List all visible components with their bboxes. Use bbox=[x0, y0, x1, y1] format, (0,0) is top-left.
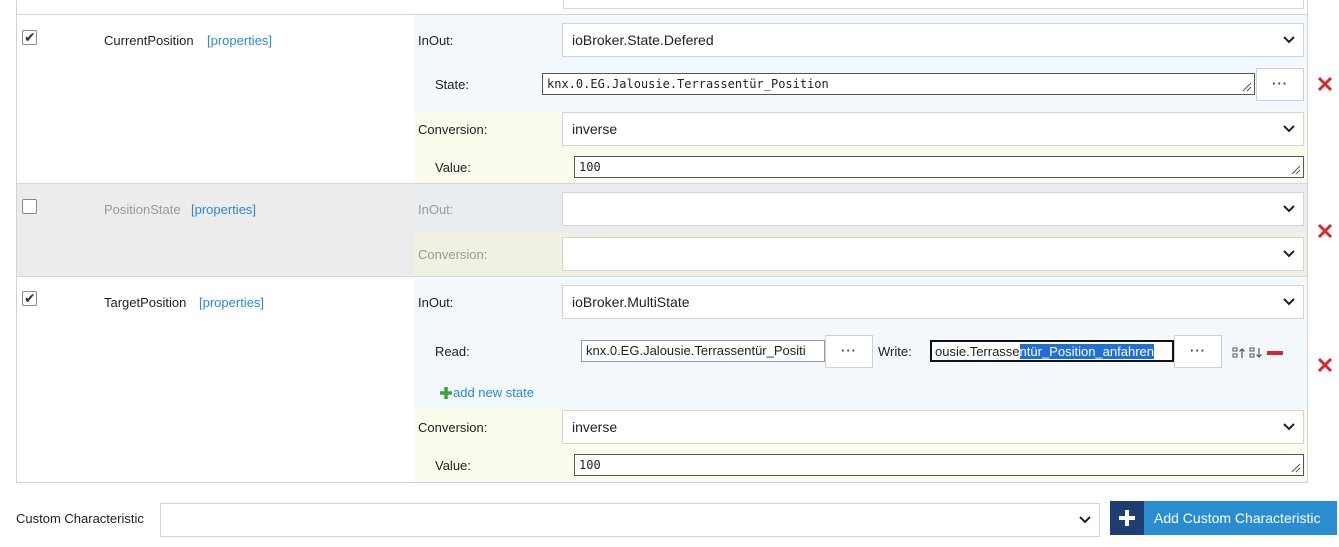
write-input[interactable]: ousie.Terrassentür_Position_anfahren bbox=[930, 340, 1174, 362]
move-down-icon[interactable] bbox=[1249, 346, 1263, 360]
state-label: State: bbox=[435, 77, 469, 92]
chevron-down-icon bbox=[1283, 250, 1295, 258]
inout-select[interactable]: ioBroker.State.Defered bbox=[562, 23, 1304, 57]
inout-select[interactable]: ioBroker.MultiState bbox=[562, 285, 1304, 319]
write-input-selection: ntür_Position_anfahren bbox=[1019, 344, 1154, 359]
characteristic-name: PositionState bbox=[104, 202, 181, 217]
inout-label: InOut: bbox=[418, 202, 454, 217]
check-icon: ✔ bbox=[24, 290, 36, 306]
characteristic-name: TargetPosition bbox=[104, 295, 187, 310]
write-input-value: ousie.Terrasse bbox=[935, 344, 1020, 359]
delete-row-icon[interactable] bbox=[1317, 223, 1333, 239]
delete-row-icon[interactable] bbox=[1317, 76, 1333, 92]
value-input[interactable]: 100 bbox=[574, 156, 1304, 178]
read-input[interactable]: knx.0.EG.Jalousie.Terrassentür_Positi bbox=[581, 340, 825, 362]
conversion-label: Conversion: bbox=[418, 420, 488, 435]
value-input[interactable]: 100 bbox=[574, 454, 1304, 476]
add-custom-characteristic-label: Add Custom Characteristic bbox=[1154, 510, 1321, 526]
remove-state-icon[interactable] bbox=[1267, 350, 1283, 356]
chevron-down-icon bbox=[1283, 125, 1295, 133]
chevron-down-icon bbox=[1283, 298, 1295, 306]
resize-grip-icon bbox=[1242, 82, 1252, 92]
conversion-select-value: inverse bbox=[572, 419, 618, 435]
value-input-value: 100 bbox=[579, 458, 601, 472]
row-enable-checkbox[interactable]: ✔ bbox=[22, 29, 37, 45]
custom-characteristic-label: Custom Characteristic bbox=[16, 511, 144, 526]
inout-label: InOut: bbox=[418, 295, 454, 310]
add-new-state-link[interactable]: add new state bbox=[453, 385, 534, 400]
inout-label: InOut: bbox=[418, 33, 454, 48]
move-up-icon[interactable] bbox=[1232, 346, 1246, 360]
inout-select[interactable] bbox=[562, 192, 1304, 226]
state-input-value: knx.0.EG.Jalousie.Terrassentür_Position bbox=[547, 77, 829, 91]
read-label: Read: bbox=[435, 344, 470, 359]
inout-select-value: ioBroker.State.Defered bbox=[572, 32, 714, 48]
add-icon[interactable] bbox=[439, 386, 453, 400]
resize-grip-icon bbox=[1291, 463, 1301, 473]
add-custom-characteristic-button[interactable]: Add Custom Characteristic bbox=[1110, 501, 1337, 535]
write-label: Write: bbox=[878, 344, 912, 359]
read-input-value: knx.0.EG.Jalousie.Terrassentür_Positi bbox=[586, 343, 806, 358]
chevron-down-icon bbox=[1283, 36, 1295, 44]
conversion-label: Conversion: bbox=[418, 122, 488, 137]
state-browse-button[interactable]: ··· bbox=[1256, 68, 1304, 101]
value-label: Value: bbox=[435, 458, 471, 473]
check-icon: ✔ bbox=[24, 29, 36, 45]
value-label: Value: bbox=[435, 160, 471, 175]
plus-icon bbox=[1110, 501, 1144, 535]
conversion-select[interactable]: inverse bbox=[562, 112, 1304, 146]
conversion-select[interactable]: inverse bbox=[562, 410, 1304, 444]
state-input[interactable]: knx.0.EG.Jalousie.Terrassentür_Position bbox=[542, 73, 1255, 95]
value-input-value: 100 bbox=[579, 160, 601, 174]
properties-link[interactable]: [properties] bbox=[207, 33, 272, 48]
read-browse-button[interactable]: ··· bbox=[825, 335, 873, 368]
properties-link[interactable]: [properties] bbox=[191, 202, 256, 217]
inout-select-value: ioBroker.MultiState bbox=[572, 294, 690, 310]
chevron-down-icon bbox=[1283, 423, 1295, 431]
custom-characteristic-select[interactable] bbox=[160, 503, 1100, 537]
conversion-select[interactable] bbox=[562, 237, 1304, 271]
conversion-label: Conversion: bbox=[418, 247, 488, 262]
properties-link[interactable]: [properties] bbox=[199, 295, 264, 310]
row-enable-checkbox[interactable] bbox=[22, 199, 37, 214]
chevron-down-icon bbox=[1283, 205, 1295, 213]
delete-row-icon[interactable] bbox=[1317, 357, 1333, 373]
chevron-down-icon bbox=[1079, 516, 1091, 524]
write-browse-button[interactable]: ··· bbox=[1174, 335, 1222, 368]
characteristic-name: CurrentPosition bbox=[104, 33, 194, 48]
row-enable-checkbox[interactable]: ✔ bbox=[22, 290, 37, 306]
previous-row-field bbox=[563, 0, 1304, 9]
conversion-select-value: inverse bbox=[572, 121, 618, 137]
resize-grip-icon bbox=[1291, 165, 1301, 175]
